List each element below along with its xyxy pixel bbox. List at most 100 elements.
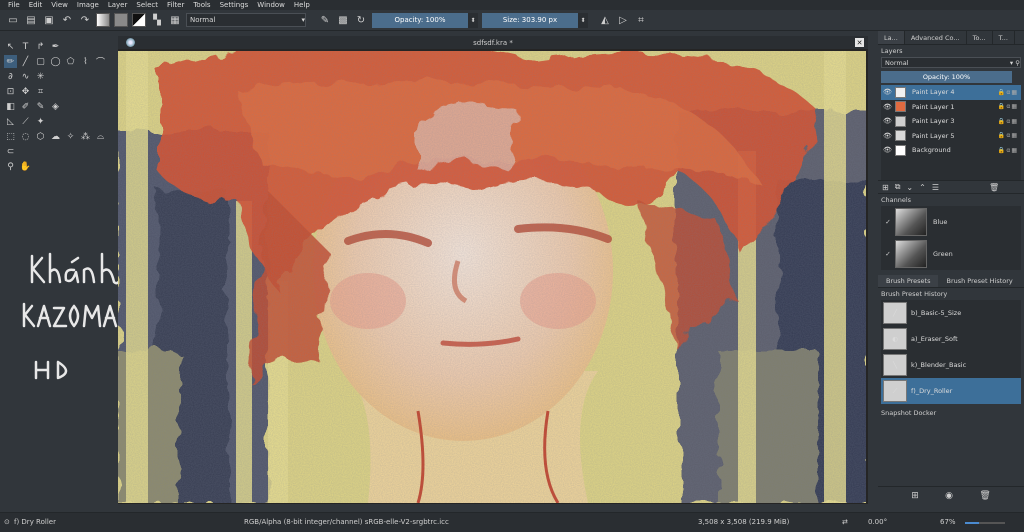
- tab-tool-options[interactable]: To...: [967, 31, 993, 44]
- color-picker-tool-icon[interactable]: ✐: [19, 100, 32, 113]
- fill-tool-icon[interactable]: ◈: [49, 100, 62, 113]
- layer-opacity-slider[interactable]: Opacity: 100%: [881, 71, 1012, 83]
- duplicate-layer-icon[interactable]: ⧉: [895, 182, 901, 192]
- tab-overflow[interactable]: T...: [993, 31, 1015, 44]
- layer-properties-icon[interactable]: ☰: [932, 183, 939, 192]
- zoom-tool-icon[interactable]: ⚲: [4, 160, 17, 173]
- blend-mode-select[interactable]: Normal ▾: [186, 13, 306, 27]
- preset-item[interactable]: ◐ a)_Eraser_Soft: [881, 326, 1021, 352]
- undo-icon[interactable]: ↶: [60, 13, 74, 27]
- select-shapes-tool-icon[interactable]: ↖: [4, 40, 17, 53]
- ellipse-select-tool-icon[interactable]: ◌: [19, 130, 32, 143]
- menu-layer[interactable]: Layer: [108, 1, 128, 9]
- open-document-icon[interactable]: ▤: [24, 13, 38, 27]
- edit-shapes-tool-icon[interactable]: ↱: [34, 40, 47, 53]
- checkmark-icon[interactable]: ✓: [881, 250, 895, 258]
- layer-flags-icon[interactable]: 🔒α▦: [998, 132, 1018, 139]
- text-tool-icon[interactable]: T: [19, 40, 32, 53]
- rectangle-tool-icon[interactable]: ▢: [34, 55, 47, 68]
- layer-blend-mode-select[interactable]: Normal ▾ ⚲: [881, 57, 1021, 68]
- move-layer-up-icon[interactable]: ⌃: [919, 183, 926, 192]
- rect-select-tool-icon[interactable]: ⬚: [4, 130, 17, 143]
- gradient-swatch[interactable]: [96, 13, 110, 27]
- menu-view[interactable]: View: [51, 1, 68, 9]
- multibrush-tool-icon[interactable]: ✳: [34, 70, 47, 83]
- size-stepper[interactable]: ⬍: [578, 12, 588, 28]
- channel-row[interactable]: ✓ Blue: [881, 206, 1021, 238]
- menu-image[interactable]: Image: [77, 1, 99, 9]
- eraser-mode-icon[interactable]: ✎: [318, 13, 332, 27]
- filter-icon[interactable]: ▾ ⚲: [1010, 59, 1020, 67]
- assistant-tool-icon[interactable]: ⟋: [19, 115, 32, 128]
- visibility-eye-icon[interactable]: 👁: [883, 88, 893, 96]
- reload-preset-icon[interactable]: ↻: [354, 13, 368, 27]
- opacity-slider[interactable]: Opacity: 100%: [372, 12, 468, 28]
- contiguous-select-tool-icon[interactable]: ✧: [64, 130, 77, 143]
- menu-filter[interactable]: Filter: [167, 1, 184, 9]
- crop-tool-icon[interactable]: ⌗: [34, 85, 47, 98]
- freehand-brush-tool-icon[interactable]: ✏: [4, 55, 17, 68]
- checkmark-icon[interactable]: ✓: [881, 218, 895, 226]
- wrap-around-icon[interactable]: ⌗: [634, 13, 648, 27]
- tab-layers[interactable]: La...: [878, 31, 905, 44]
- visibility-eye-icon[interactable]: 👁: [883, 103, 893, 111]
- color-selector-icon[interactable]: [132, 13, 146, 27]
- brush-settings-icon[interactable]: ▚: [150, 13, 164, 27]
- menu-file[interactable]: File: [8, 1, 20, 9]
- tab-advanced-color[interactable]: Advanced Co...: [905, 31, 967, 44]
- similar-select-tool-icon[interactable]: ⁂: [79, 130, 92, 143]
- menu-edit[interactable]: Edit: [29, 1, 43, 9]
- tab-brush-preset-history[interactable]: Brush Preset History: [938, 275, 1020, 287]
- reference-tool-icon[interactable]: ✦: [34, 115, 47, 128]
- delete-snapshot-icon[interactable]: 🗑: [979, 491, 990, 501]
- polygon-select-tool-icon[interactable]: ⬡: [34, 130, 47, 143]
- delete-layer-icon[interactable]: 🗑: [989, 183, 999, 192]
- painting-canvas[interactable]: [118, 51, 866, 503]
- pattern-swatch[interactable]: [114, 13, 128, 27]
- calligraphy-tool-icon[interactable]: ✒: [49, 40, 62, 53]
- menu-window[interactable]: Window: [257, 1, 285, 9]
- freehand-select-tool-icon[interactable]: ☁: [49, 130, 62, 143]
- preset-item[interactable]: ╲ k)_Blender_Basic: [881, 352, 1021, 378]
- move-tool-icon[interactable]: ✥: [19, 85, 32, 98]
- menu-select[interactable]: Select: [136, 1, 158, 9]
- layer-row[interactable]: 👁 Paint Layer 4 🔒α▦: [881, 85, 1021, 100]
- polygon-tool-icon[interactable]: ⬠: [64, 55, 77, 68]
- bezier-select-tool-icon[interactable]: ⌓: [94, 130, 107, 143]
- visibility-eye-icon[interactable]: 👁: [883, 132, 893, 140]
- transform-tool-icon[interactable]: ⊡: [4, 85, 17, 98]
- tab-brush-presets[interactable]: Brush Presets: [878, 275, 939, 287]
- bezier-tool-icon[interactable]: ⌒: [94, 55, 107, 68]
- gradient-tool-icon[interactable]: ◧: [4, 100, 17, 113]
- channel-row[interactable]: ✓ Green: [881, 238, 1021, 270]
- menu-tools[interactable]: Tools: [193, 1, 210, 9]
- zoom-slider[interactable]: [965, 522, 1005, 524]
- visibility-eye-icon[interactable]: 👁: [883, 117, 893, 125]
- visibility-eye-icon[interactable]: 👁: [883, 146, 893, 154]
- opacity-stepper[interactable]: ⬍: [468, 12, 478, 28]
- status-rotation[interactable]: 0.00°: [868, 518, 887, 526]
- polyline-tool-icon[interactable]: ⌇: [79, 55, 92, 68]
- measure-tool-icon[interactable]: ◺: [4, 115, 17, 128]
- freehand-path-tool-icon[interactable]: ∂: [4, 70, 17, 83]
- menu-help[interactable]: Help: [294, 1, 310, 9]
- dynamic-brush-tool-icon[interactable]: ∿: [19, 70, 32, 83]
- save-icon[interactable]: ▣: [42, 13, 56, 27]
- redo-icon[interactable]: ↷: [78, 13, 92, 27]
- menu-settings[interactable]: Settings: [220, 1, 249, 9]
- layer-row[interactable]: 👁 Paint Layer 5 🔒α▦: [881, 129, 1021, 144]
- preset-item[interactable]: ⟋ f)_Dry_Roller: [881, 378, 1021, 404]
- line-tool-icon[interactable]: ╱: [19, 55, 32, 68]
- mirror-vertical-icon[interactable]: ▷: [616, 13, 630, 27]
- pan-tool-icon[interactable]: ✋: [19, 160, 32, 173]
- layer-row[interactable]: 👁 Paint Layer 3 🔒α▦: [881, 114, 1021, 129]
- ellipse-tool-icon[interactable]: ◯: [49, 55, 62, 68]
- colorize-mask-tool-icon[interactable]: ✎: [34, 100, 47, 113]
- preset-item[interactable]: ╱ b)_Basic-5_Size: [881, 300, 1021, 326]
- status-zoom[interactable]: 67%: [940, 518, 956, 526]
- new-document-icon[interactable]: ▭: [6, 13, 20, 27]
- camera-icon[interactable]: ◉: [945, 491, 953, 501]
- mirror-horizontal-icon[interactable]: ◭: [598, 13, 612, 27]
- layer-row[interactable]: 👁 Background 🔒α▦: [881, 143, 1021, 158]
- add-layer-icon[interactable]: ⊞: [882, 183, 889, 192]
